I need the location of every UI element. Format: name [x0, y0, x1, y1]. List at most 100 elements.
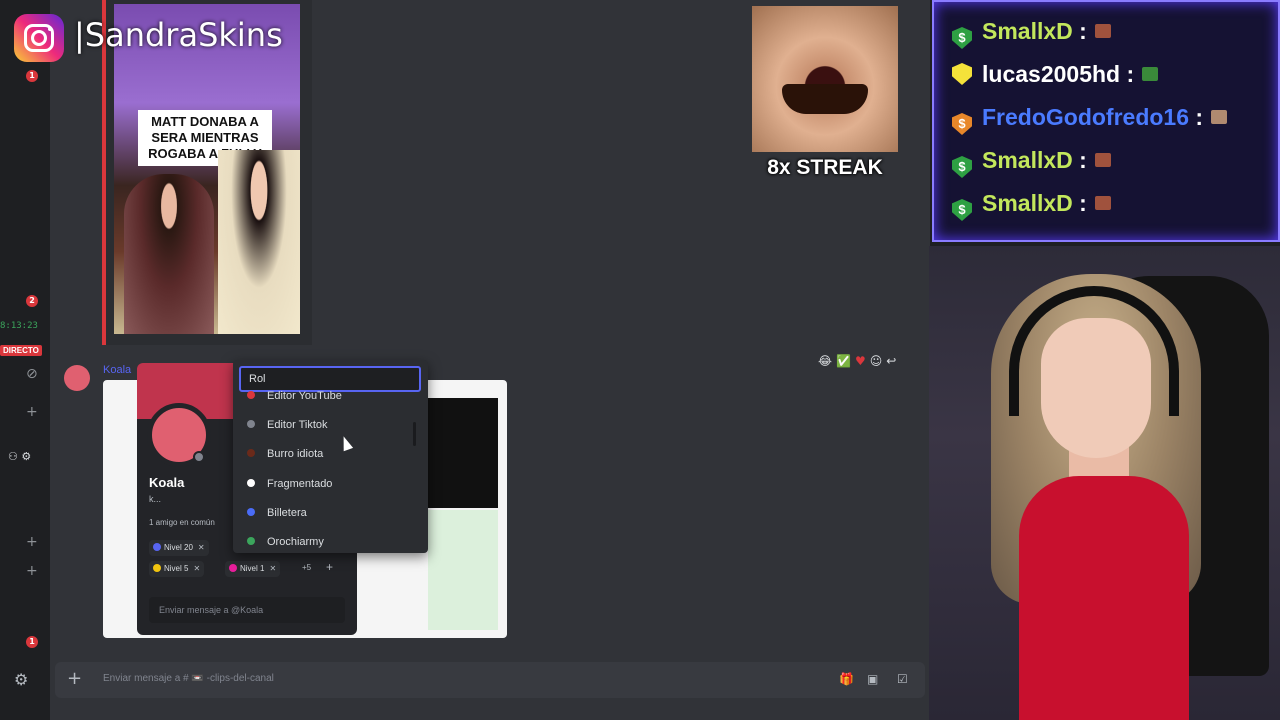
gif-icon[interactable]: ▣: [867, 672, 878, 686]
chat-username: lucas2005hd: [982, 61, 1121, 87]
role-picker-dropdown: Editor YouTube Editor Tiktok Burro idiot…: [233, 360, 428, 553]
emote-icon: [1211, 110, 1228, 124]
role-option[interactable]: Editor YouTube: [247, 390, 342, 408]
dollar-badge-icon: $: [952, 27, 972, 49]
chat-username: SmallxD: [982, 147, 1073, 173]
role-option-label: Fragmentado: [267, 478, 333, 490]
role-option-label: Editor Tiktok: [267, 419, 328, 431]
role-color-dot: [153, 543, 161, 551]
role-label: Nivel 20: [164, 543, 193, 552]
chat-username: SmallxD: [982, 190, 1073, 216]
dropdown-scrollbar[interactable]: [413, 422, 416, 446]
role-option-label: Orochiarmy: [267, 536, 324, 548]
role-color-dot: [247, 449, 255, 457]
more-roles[interactable]: +5: [302, 563, 311, 572]
chat-separator: :: [1079, 147, 1087, 173]
streamer-top: [1019, 476, 1189, 720]
diamond-badge-icon: [952, 63, 972, 85]
check-emoji-icon[interactable]: ✅: [836, 354, 851, 368]
remove-role-icon[interactable]: ✕: [269, 564, 276, 573]
role-label: Nivel 1: [240, 564, 265, 573]
profile-name: Koala: [149, 475, 185, 490]
role-chip[interactable]: Nivel 5 ✕: [149, 561, 205, 577]
message-actions[interactable]: 😂 ✅ ♥ ☺ ↩: [818, 354, 900, 370]
role-option[interactable]: Editor Tiktok: [247, 419, 328, 437]
emote-icon: [1094, 153, 1111, 167]
notification-badge: 2: [26, 295, 38, 307]
add-icon[interactable]: +: [26, 534, 38, 550]
composer-placeholder[interactable]: Enviar mensaje a # 📼 -clips-del-canal: [103, 673, 274, 684]
stream-clock: 8:13:23: [0, 321, 38, 331]
dollar-badge-icon: $: [952, 199, 972, 221]
role-option[interactable]: Fragmentado: [247, 478, 332, 496]
settings-gear-icon[interactable]: ⚙: [14, 670, 28, 689]
role-color-dot: [247, 508, 255, 516]
add-icon[interactable]: +: [26, 563, 38, 579]
role-search-input[interactable]: [239, 366, 421, 392]
emote-icon: [1094, 196, 1111, 210]
role-option[interactable]: Billetera: [247, 507, 307, 525]
notification-badge: 1: [26, 70, 38, 82]
heart-emoji-icon[interactable]: ♥: [855, 354, 866, 368]
chat-username: FredoGodofredo16: [982, 104, 1190, 130]
role-option[interactable]: Orochiarmy: [247, 536, 324, 553]
role-label: Nivel 5: [164, 564, 189, 573]
add-role-icon[interactable]: +: [326, 560, 333, 574]
dollar-badge-icon: $: [952, 156, 972, 178]
add-reaction-icon[interactable]: ☺: [870, 354, 883, 368]
attachment-chat-region: [428, 510, 498, 630]
status-indicator: [193, 451, 205, 463]
remove-role-icon[interactable]: ✕: [193, 564, 200, 573]
gear-icon[interactable]: ⚙: [21, 450, 31, 463]
role-option[interactable]: Burro idiota: [247, 448, 323, 466]
chat-message: $ FredoGodofredo16 :: [952, 104, 1228, 136]
message-author[interactable]: Koala: [103, 364, 131, 376]
reply-icon[interactable]: ↩: [886, 354, 896, 368]
server-tools[interactable]: ⚇ ⚙: [8, 450, 40, 466]
role-color-dot: [247, 537, 255, 545]
mic-muted-icon[interactable]: ⊘: [26, 366, 38, 382]
mutual-friends[interactable]: 1 amigo en común: [149, 518, 215, 527]
role-chip[interactable]: Nivel 1 ✕: [225, 561, 281, 577]
message-composer[interactable]: + Enviar mensaje a # 📼 -clips-del-canal …: [55, 662, 925, 698]
role-color-dot: [247, 391, 255, 399]
chat-username: SmallxD: [982, 18, 1073, 44]
role-color-dot: [247, 479, 255, 487]
avatar[interactable]: [64, 365, 90, 391]
dollar-badge-icon: $: [952, 113, 972, 135]
profile-tag: k...: [149, 494, 162, 504]
emote-icon: [1094, 24, 1111, 38]
role-color-dot: [247, 420, 255, 428]
thumbnail-person-left: [124, 174, 214, 334]
chat-message: lucas2005hd :: [952, 61, 1159, 93]
chat-message: $ SmallxD :: [952, 190, 1111, 222]
user-settings-icon[interactable]: ⚇: [8, 450, 18, 463]
server-rail: 1 2 8:13:23 DIRECTO ⊘ + ⚇ ⚙ + + 1 ⚙: [0, 0, 50, 720]
sticker-icon[interactable]: ☑: [897, 672, 908, 686]
role-chip[interactable]: Nivel 20 ✕: [149, 540, 209, 556]
streak-emote-image: [752, 6, 898, 152]
add-icon[interactable]: +: [26, 404, 38, 420]
social-handle: |SandraSkins: [74, 16, 283, 54]
role-color-dot: [229, 564, 237, 572]
streak-label: 8x STREAK: [767, 156, 883, 179]
dm-input[interactable]: Enviar mensaje a @Koala: [149, 597, 345, 623]
upload-plus-icon[interactable]: +: [67, 668, 82, 689]
laugh-emoji-icon[interactable]: 😂: [818, 354, 832, 368]
role-color-dot: [153, 564, 161, 572]
live-badge: DIRECTO: [0, 345, 42, 356]
notification-badge: 1: [26, 636, 38, 648]
chat-message: $ SmallxD :: [952, 147, 1111, 179]
chat-separator: :: [1079, 190, 1087, 216]
chat-separator: :: [1195, 104, 1204, 130]
stream-chat-overlay: $ SmallxD : lucas2005hd : $ FredoGodofredo…: [932, 0, 1280, 242]
chat-separator: :: [1079, 18, 1087, 44]
remove-role-icon[interactable]: ✕: [198, 543, 205, 552]
gift-icon[interactable]: 🎁: [839, 672, 854, 686]
role-option-label: Burro idiota: [267, 448, 324, 460]
role-option-label: Billetera: [267, 507, 307, 519]
webcam-feed: [929, 246, 1280, 720]
attachment-dark-region: [428, 398, 498, 508]
chat-separator: :: [1126, 61, 1135, 87]
role-option-label: Editor YouTube: [267, 390, 342, 402]
